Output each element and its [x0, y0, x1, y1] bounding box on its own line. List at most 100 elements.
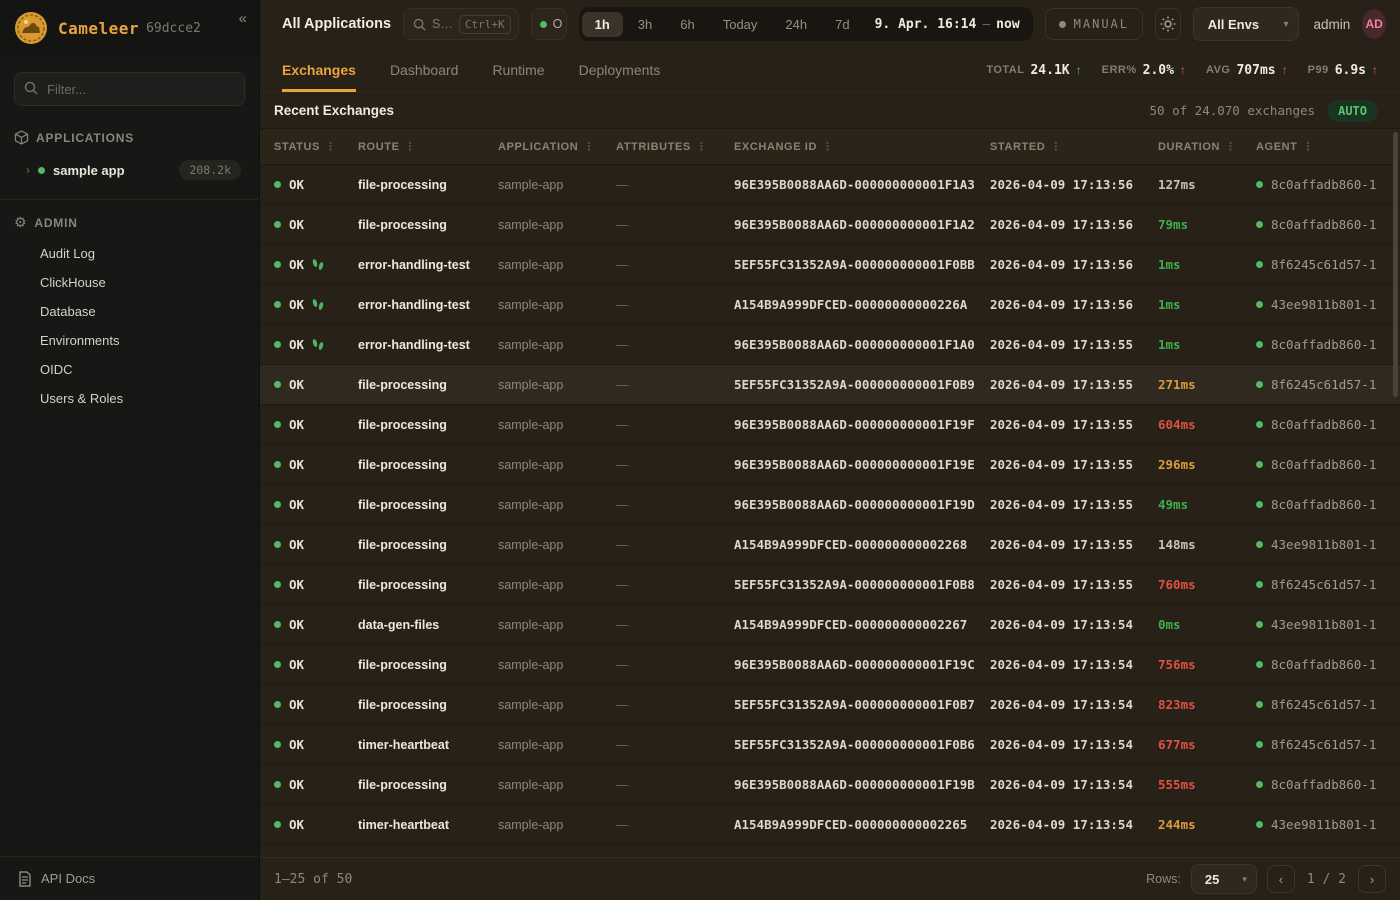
status-cell: OK [274, 177, 358, 192]
column-header-started[interactable]: STARTED⋮ [990, 140, 1158, 153]
agent-cell: 8f6245c61d57-1 [1256, 577, 1386, 592]
sidebar-item-environments[interactable]: Environments [40, 326, 259, 355]
table-row[interactable]: OKtimer-heartbeatsample-app—A154B9A999DF… [260, 805, 1400, 845]
application-cell: sample-app [498, 578, 616, 592]
sidebar-header: Cameleer 69dcce2 « [0, 0, 259, 56]
agent-cell: 8f6245c61d57-1 [1256, 377, 1386, 392]
scrollbar-thumb[interactable] [1393, 132, 1398, 397]
attributes-cell: — [616, 658, 734, 672]
column-label: STARTED [990, 141, 1045, 153]
manual-label: MANUAL [1074, 17, 1129, 31]
time-range-display[interactable]: 9. Apr. 16:14–now [865, 17, 1030, 32]
prev-page-button[interactable]: ‹ [1267, 865, 1295, 893]
duration-cell: 677ms [1158, 737, 1256, 752]
started-cell: 2026-04-09 17:13:55 [990, 537, 1158, 552]
range-option-today[interactable]: Today [710, 12, 771, 37]
range-option-7d[interactable]: 7d [822, 12, 862, 37]
agent-label: 8f6245c61d57-1 [1271, 697, 1376, 712]
auto-refresh-badge[interactable]: AUTO [1327, 100, 1378, 122]
tab-exchanges[interactable]: Exchanges [282, 48, 356, 92]
chevron-right-icon[interactable]: › [26, 163, 30, 177]
range-option-24h[interactable]: 24h [772, 12, 820, 37]
table-row[interactable]: OKfile-processingsample-app—96E395B0088A… [260, 165, 1400, 205]
status-cell: OK [274, 497, 358, 512]
route-cell: file-processing [358, 578, 498, 592]
status-label: OK [289, 457, 304, 472]
column-header-duration[interactable]: DURATION⋮ [1158, 140, 1256, 153]
status-label: OK [289, 617, 304, 632]
application-cell: sample-app [498, 818, 616, 832]
table-row[interactable]: OKfile-processingsample-app—96E395B0088A… [260, 645, 1400, 685]
table-row[interactable]: OKfile-processingsample-app—96E395B0088A… [260, 765, 1400, 805]
table-row[interactable]: OKfile-processingsample-app—5EF55FC31352… [260, 565, 1400, 605]
range-option-3h[interactable]: 3h [625, 12, 665, 37]
table-row[interactable]: OKfile-processingsample-app—A154B9A999DF… [260, 525, 1400, 565]
agent-label: 8c0affadb860-1 [1271, 657, 1376, 672]
theme-toggle-button[interactable] [1155, 8, 1181, 40]
status-cell: OK [274, 417, 358, 432]
status-label: OK [289, 177, 304, 192]
table-row[interactable]: OKfile-processingsample-app—96E395B0088A… [260, 485, 1400, 525]
tab-runtime[interactable]: Runtime [492, 48, 544, 92]
avatar[interactable]: AD [1362, 9, 1386, 39]
table-row[interactable]: OKdata-gen-filessample-app—A154B9A999DFC… [260, 605, 1400, 645]
column-header-application[interactable]: APPLICATION⋮ [498, 140, 616, 153]
column-header-attributes[interactable]: ATTRIBUTES⋮ [616, 140, 734, 153]
table-row[interactable]: OKtimer-heartbeatsample-app—5EF55FC31352… [260, 725, 1400, 765]
column-header-exchange-id[interactable]: EXCHANGE ID⋮ [734, 140, 990, 153]
route-cell: file-processing [358, 778, 498, 792]
attributes-cell: — [616, 458, 734, 472]
status-ok-dot [274, 381, 281, 388]
table-row[interactable]: OKerror-handling-testsample-app—96E395B0… [260, 325, 1400, 365]
range-option-6h[interactable]: 6h [667, 12, 707, 37]
application-cell: sample-app [498, 698, 616, 712]
sidebar-filter [14, 72, 245, 106]
agent-dot [1256, 341, 1263, 348]
route-cell: file-processing [358, 458, 498, 472]
column-header-status[interactable]: STATUS⋮ [274, 140, 358, 153]
sidebar-item-audit-log[interactable]: Audit Log [40, 239, 259, 268]
status-ok-dot [274, 221, 281, 228]
sidebar-item-database[interactable]: Database [40, 297, 259, 326]
sidebar-item-sample-app[interactable]: › sample app 208.2k [18, 155, 249, 185]
environment-value: All Envs [1208, 17, 1259, 32]
tab-dashboard[interactable]: Dashboard [390, 48, 459, 92]
table-row[interactable]: OKfile-processingsample-app—96E395B0088A… [260, 445, 1400, 485]
api-docs-link[interactable]: API Docs [0, 856, 259, 900]
table-row[interactable]: OKfile-processingsample-app—96E395B0088A… [260, 205, 1400, 245]
sort-menu-icon: ⋮ [696, 140, 708, 153]
table-row[interactable]: OKfile-processingsample-app—96E395B0088A… [260, 405, 1400, 445]
sidebar-collapse-icon[interactable]: « [239, 10, 247, 27]
exchange-id-cell: A154B9A999DFCED-000000000002267 [734, 617, 990, 632]
table-row[interactable]: OKerror-handling-testsample-app—A154B9A9… [260, 285, 1400, 325]
duration-cell: 555ms [1158, 777, 1256, 792]
tab-deployments[interactable]: Deployments [579, 48, 661, 92]
status-ok-dot [274, 581, 281, 588]
environment-select[interactable]: All Envs ▾ [1193, 7, 1300, 41]
user-name: admin [1313, 17, 1350, 32]
status-label: OK [289, 817, 304, 832]
route-cell: error-handling-test [358, 258, 498, 272]
agent-dot [1256, 541, 1263, 548]
sidebar-item-clickhouse[interactable]: ClickHouse [40, 268, 259, 297]
column-header-agent[interactable]: AGENT⋮ [1256, 140, 1386, 153]
agent-dot [1256, 181, 1263, 188]
table-row[interactable]: OKfile-processingsample-app—5EF55FC31352… [260, 365, 1400, 405]
column-label: DURATION [1158, 141, 1220, 153]
live-status-indicator[interactable]: O [531, 8, 567, 40]
next-page-button[interactable]: › [1358, 865, 1386, 893]
filter-input[interactable] [14, 72, 245, 106]
range-option-1h[interactable]: 1h [582, 12, 623, 37]
manual-refresh-button[interactable]: MANUAL [1045, 8, 1143, 40]
table-row[interactable]: OKerror-handling-testsample-app—5EF55FC3… [260, 245, 1400, 285]
applications-section-header: APPLICATIONS [0, 116, 259, 149]
exchange-id-cell: 96E395B0088AA6D-000000000001F19D [734, 497, 990, 512]
sidebar-item-oidc[interactable]: OIDC [40, 355, 259, 384]
rows-per-page-select[interactable]: 25 ▾ [1191, 864, 1257, 894]
admin-nav: Audit Log ClickHouse Database Environmen… [0, 235, 259, 413]
global-search-input[interactable]: S… Ctrl+K [403, 8, 519, 40]
table-row[interactable]: OKfile-processingsample-app—5EF55FC31352… [260, 685, 1400, 725]
column-header-route[interactable]: ROUTE⋮ [358, 140, 498, 153]
sidebar-item-users-roles[interactable]: Users & Roles [40, 384, 259, 413]
started-cell: 2026-04-09 17:13:54 [990, 737, 1158, 752]
